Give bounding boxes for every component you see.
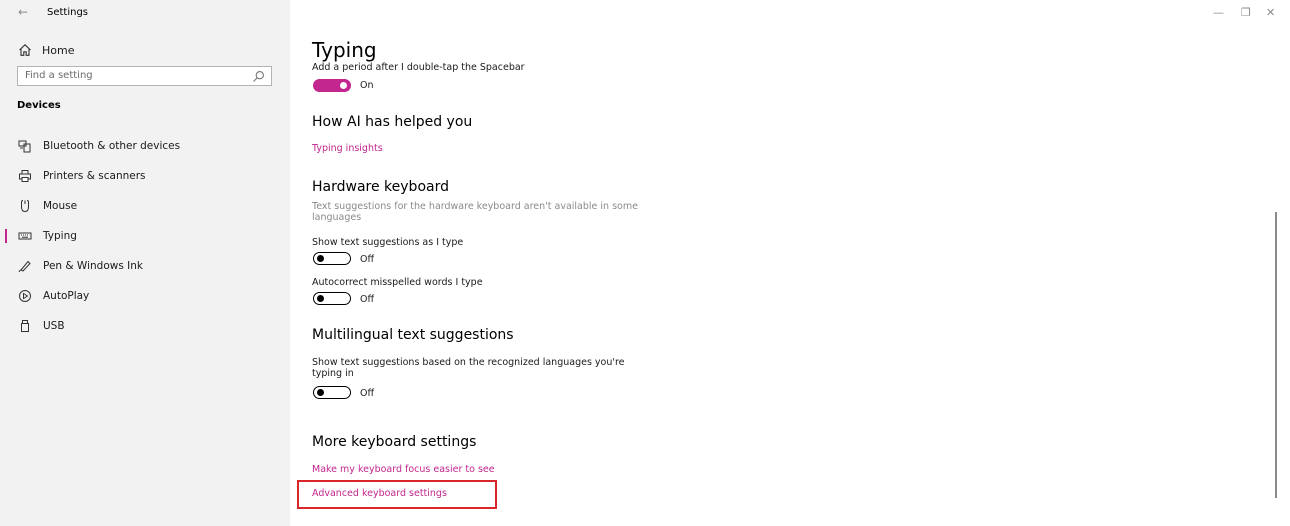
ai-section-heading: How AI has helped you — [312, 114, 473, 130]
sidebar-item-usb[interactable]: USB — [0, 311, 290, 341]
sidebar-item-typing[interactable]: Typing — [0, 221, 290, 251]
hardware-keyboard-desc-line2: languages — [312, 212, 362, 223]
sidebar-nav: Bluetooth & other devices Printers & sca… — [0, 131, 290, 341]
text-suggestions-toggle[interactable] — [313, 252, 351, 265]
toggle-knob — [340, 82, 347, 89]
multilingual-desc-line2: typing in — [312, 368, 354, 379]
printer-icon — [18, 169, 32, 183]
section-label-devices: Devices — [17, 100, 61, 111]
sidebar-item-label: Pen & Windows Ink — [43, 260, 143, 272]
keyboard-focus-link[interactable]: Make my keyboard focus easier to see — [312, 464, 495, 475]
period-setting-label: Add a period after I double-tap the Spac… — [312, 62, 525, 73]
search-input[interactable] — [25, 70, 245, 81]
multilingual-heading: Multilingual text suggestions — [312, 327, 514, 343]
home-nav-item[interactable]: Home — [18, 42, 74, 58]
sidebar-item-bluetooth[interactable]: Bluetooth & other devices — [0, 131, 290, 161]
multilingual-toggle[interactable] — [313, 386, 351, 399]
sidebar-item-printers[interactable]: Printers & scanners — [0, 161, 290, 191]
home-label: Home — [42, 43, 75, 57]
text-suggestions-label: Show text suggestions as I type — [312, 237, 464, 248]
typing-insights-link[interactable]: Typing insights — [312, 143, 383, 154]
close-button[interactable]: ✕ — [1266, 6, 1275, 19]
multilingual-state: Off — [360, 388, 375, 399]
period-toggle[interactable] — [313, 79, 351, 92]
sidebar-item-label: Bluetooth & other devices — [43, 140, 181, 152]
autocorrect-toggle[interactable] — [313, 292, 351, 305]
search-icon[interactable] — [252, 70, 265, 83]
more-keyboard-heading: More keyboard settings — [312, 434, 477, 450]
usb-icon — [18, 319, 32, 333]
multilingual-desc-line1: Show text suggestions based on the recog… — [312, 357, 625, 368]
selection-indicator — [5, 229, 7, 243]
mouse-icon — [18, 199, 32, 213]
search-box[interactable] — [17, 66, 272, 86]
sidebar-item-pen[interactable]: Pen & Windows Ink — [0, 251, 290, 281]
period-toggle-state: On — [360, 80, 374, 91]
autocorrect-label: Autocorrect misspelled words I type — [312, 277, 483, 288]
sidebar-item-label: AutoPlay — [43, 290, 90, 302]
sidebar: ← Settings Home Devices Bluetooth & othe… — [0, 0, 290, 526]
highlight-box — [297, 480, 497, 509]
back-arrow-icon[interactable]: ← — [18, 5, 28, 19]
pen-icon — [18, 259, 32, 273]
page-title: Typing — [312, 38, 377, 62]
restore-button[interactable]: ❐ — [1241, 6, 1251, 19]
sidebar-item-autoplay[interactable]: AutoPlay — [0, 281, 290, 311]
keyboard-icon — [18, 229, 32, 243]
sidebar-item-label: Printers & scanners — [43, 170, 146, 182]
scrollbar[interactable] — [1275, 212, 1277, 498]
bluetooth-devices-icon — [18, 139, 32, 153]
hardware-keyboard-heading: Hardware keyboard — [312, 179, 449, 195]
window-title: Settings — [47, 7, 89, 18]
toggle-knob — [317, 389, 324, 396]
autocorrect-state: Off — [360, 294, 375, 305]
toggle-knob — [317, 295, 324, 302]
minimize-button[interactable]: — — [1213, 6, 1224, 19]
sidebar-item-label: Typing — [43, 230, 77, 242]
text-suggestions-state: Off — [360, 254, 375, 265]
toggle-knob — [317, 255, 324, 262]
home-icon — [19, 44, 31, 56]
sidebar-item-label: USB — [43, 320, 65, 332]
sidebar-item-label: Mouse — [43, 200, 78, 212]
sidebar-item-mouse[interactable]: Mouse — [0, 191, 290, 221]
autoplay-icon — [18, 289, 32, 303]
